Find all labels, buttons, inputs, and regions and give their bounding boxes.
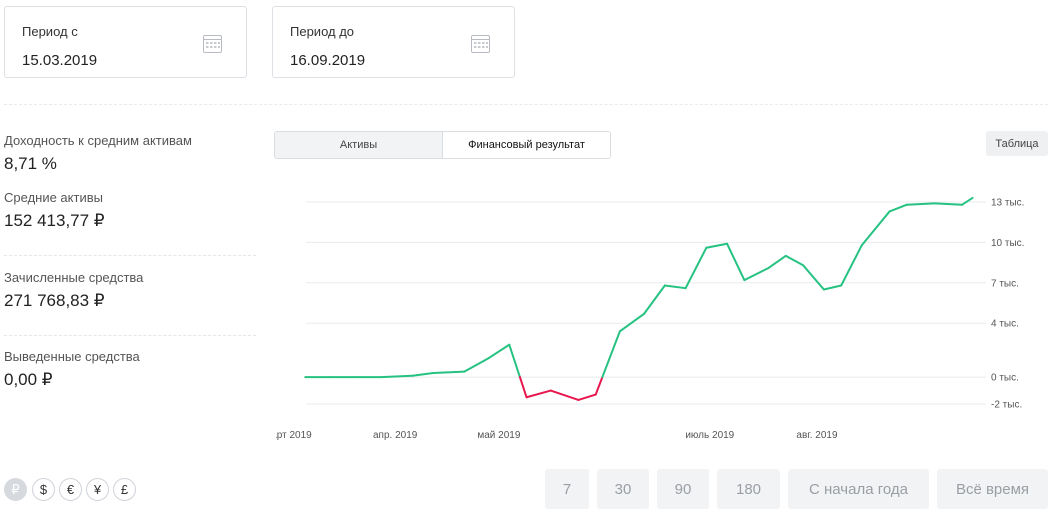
x-axis-labels: март 2019 апр. 2019 май 2019 июль 2019 авг. …: [276, 430, 838, 441]
y-tick-label: -2 тыс.: [991, 400, 1022, 411]
date-to-value: 16.09.2019: [290, 52, 366, 69]
period-90-button[interactable]: 90: [657, 469, 709, 509]
series-segment: [411, 372, 435, 377]
y-tick-label: 4 тыс.: [991, 319, 1019, 330]
date-from-field[interactable]: Период с 15.03.2019: [4, 6, 247, 78]
series-segment: [767, 254, 787, 269]
date-from-value: 15.03.2019: [22, 52, 98, 69]
y-tick-label: 10 тыс.: [991, 238, 1024, 249]
series-segment: [888, 203, 908, 213]
series-segment: [840, 244, 863, 287]
stat-return-on-assets: Доходность к средним активам 8,71 %: [4, 133, 256, 174]
series-segment: [726, 242, 746, 282]
series-segment: [860, 210, 891, 247]
tab-financial-result[interactable]: Финансовый результат: [443, 132, 610, 158]
x-tick-label: май 2019: [477, 430, 520, 441]
series-segment: [684, 246, 708, 290]
currency-rub-button[interactable]: ₽: [4, 478, 27, 501]
series-segment: [663, 284, 687, 290]
chart-line: [304, 196, 974, 401]
chart-grid: [306, 201, 986, 405]
period-30-button[interactable]: 30: [597, 469, 649, 509]
table-button[interactable]: Таблица: [986, 131, 1048, 156]
date-to-label: Период до: [290, 24, 355, 39]
series-segment: [743, 266, 770, 282]
stat-value: 152 413,77 ₽: [4, 211, 105, 230]
stat-label: Выведенные средства: [4, 349, 140, 364]
currency-eur-button[interactable]: €: [59, 478, 82, 501]
series-segment: [933, 202, 964, 206]
date-from-label: Период с: [22, 24, 78, 39]
financial-result-chart: 13 тыс.10 тыс.7 тыс.4 тыс.0 тыс.-2 тыс. …: [276, 196, 1024, 441]
currency-cny-button[interactable]: ¥: [86, 478, 109, 501]
x-tick-label: март 2019: [276, 430, 312, 441]
divider: [4, 104, 1048, 105]
currency-gbp-button[interactable]: £: [113, 478, 136, 501]
series-segment: [618, 312, 646, 333]
stat-deposited-funds: Зачисленные средства 271 768,83 ₽: [4, 270, 256, 311]
period-180-button[interactable]: 180: [717, 469, 780, 509]
date-to-field[interactable]: Период до 16.09.2019: [272, 6, 515, 78]
divider: [4, 335, 256, 336]
tab-assets[interactable]: Активы: [275, 132, 443, 158]
y-axis-labels: 13 тыс. 10 тыс. 7 тыс. 4 тыс. 0 тыс. -2 тыс.: [991, 198, 1024, 411]
y-tick-label: 13 тыс.: [991, 198, 1024, 209]
x-tick-label: авг. 2019: [796, 430, 838, 441]
series-segment: [487, 343, 511, 360]
y-tick-label: 0 тыс.: [991, 373, 1019, 384]
series-segment: [380, 374, 414, 379]
series-segment: [905, 202, 936, 206]
series-segment: [508, 343, 521, 379]
series-segment: [784, 254, 805, 267]
period-7-button[interactable]: 7: [545, 469, 589, 509]
stat-value: 271 768,83 ₽: [4, 291, 105, 310]
stat-label: Зачисленные средства: [4, 270, 144, 285]
chart-mode-tabs: Активы Финансовый результат: [274, 131, 611, 159]
series-segment: [643, 284, 666, 315]
series-segment: [961, 196, 974, 206]
calendar-icon[interactable]: [203, 34, 222, 53]
stat-value: 8,71 %: [4, 154, 57, 173]
series-segment: [525, 389, 552, 399]
x-tick-label: апр. 2019: [373, 430, 418, 441]
stat-label: Доходность к средним активам: [4, 133, 192, 148]
series-segment: [705, 242, 729, 249]
series-segment: [822, 284, 843, 291]
calendar-icon[interactable]: [471, 34, 490, 53]
y-tick-label: 7 тыс.: [991, 278, 1019, 289]
stat-label: Средние активы: [4, 190, 103, 205]
x-tick-label: июль 2019: [685, 430, 734, 441]
series-segment: [594, 376, 604, 396]
series-segment: [549, 389, 580, 401]
stat-value: 0,00 ₽: [4, 370, 53, 389]
series-segment: [463, 357, 490, 373]
stat-average-assets: Средние активы 152 413,77 ₽: [4, 190, 256, 231]
period-ytd-button[interactable]: С начала года: [788, 469, 929, 509]
stat-withdrawn-funds: Выведенные средства 0,00 ₽: [4, 349, 256, 390]
series-segment: [518, 376, 528, 399]
period-all-button[interactable]: Всё время: [937, 469, 1048, 509]
series-segment: [432, 370, 466, 375]
series-segment: [802, 264, 825, 291]
series-segment: [577, 393, 597, 401]
series-segment: [601, 330, 621, 379]
divider: [4, 255, 256, 256]
currency-usd-button[interactable]: $: [32, 478, 55, 501]
